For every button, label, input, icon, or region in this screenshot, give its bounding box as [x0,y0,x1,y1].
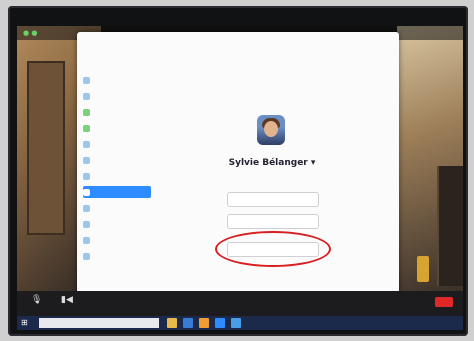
profile-name-text: Sylvie Bélanger [228,158,308,168]
mail-icon[interactable] [183,318,193,328]
background-shelf [437,166,463,286]
sidebar-item-video[interactable] [83,90,151,102]
taskbar-search-input[interactable] [39,318,159,328]
file-explorer-icon[interactable] [167,318,177,328]
avatar-face [264,121,278,137]
settings-window: Sylvie Bélanger ▾ [77,32,399,307]
microphone-icon[interactable]: 🎙 [31,295,42,305]
profile-name[interactable]: Sylvie Bélanger ▾ [207,158,337,168]
shortcuts-icon [83,220,90,228]
profile-icon [83,188,90,196]
share-screen-icon [83,124,90,132]
camera-icon[interactable]: ▮◀ [61,295,73,305]
sidebar-item-audio[interactable] [83,106,151,118]
chevron-down-icon: ▾ [310,158,316,168]
chat-icon [83,140,90,148]
background-lamp [417,256,429,282]
app-icon-blue[interactable] [231,318,241,328]
settings-sidebar [77,46,157,301]
app-icon-orange[interactable] [199,318,209,328]
headphones-icon [83,108,90,116]
sidebar-item-background[interactable] [83,154,151,166]
background-door [27,61,65,235]
profile-panel: Sylvie Bélanger ▾ [157,32,399,307]
windows-start-icon[interactable]: ⊞ [21,318,31,328]
sidebar-item-recording[interactable] [83,170,151,182]
screen: ● ● Sylvie Bélanger ▾ 🎙 ▮◀ [17,26,463,316]
gear-icon [83,76,90,84]
security-shield-icon[interactable]: ● ● [23,29,37,37]
end-meeting-button[interactable] [435,297,453,307]
profile-button-1[interactable] [227,192,319,207]
profile-button-2[interactable] [227,214,319,229]
background-icon [83,156,90,164]
recording-icon [83,172,90,180]
accessibility-icon [83,236,90,244]
red-highlight-circle [215,231,331,267]
sidebar-item-statistics[interactable] [83,202,151,214]
more-icon [83,252,90,260]
sidebar-item-share-screen[interactable] [83,122,151,134]
sidebar-item-general[interactable] [83,74,151,86]
windows-taskbar: ⊞ [17,316,463,330]
video-feed-right [397,26,463,291]
zoom-bottom-toolbar: 🎙 ▮◀ [17,291,463,316]
sidebar-item-chat[interactable] [83,138,151,150]
sidebar-item-accessibility[interactable] [83,234,151,246]
sidebar-item-more[interactable] [83,250,151,262]
statistics-icon [83,204,90,212]
avatar[interactable] [257,115,285,145]
zoom-app-icon[interactable] [215,318,225,328]
sidebar-item-shortcuts[interactable] [83,218,151,230]
video-icon [83,92,90,100]
sidebar-item-profile[interactable] [83,186,151,198]
